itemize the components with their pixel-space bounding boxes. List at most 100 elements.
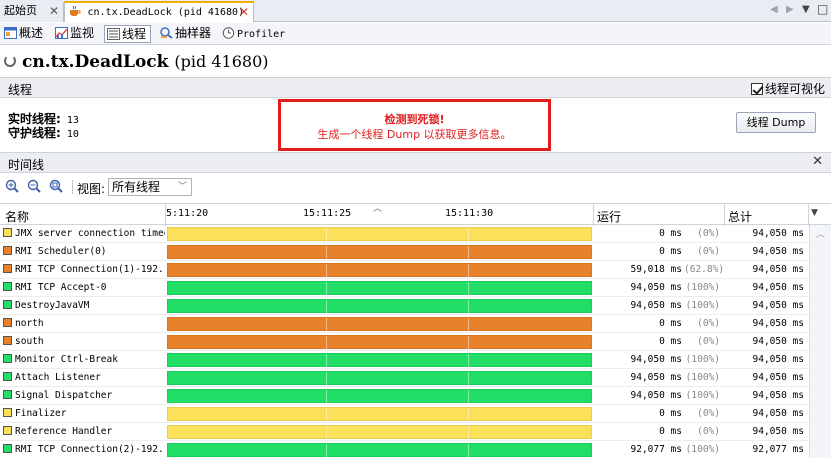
thread-state-swatch	[3, 354, 12, 363]
tab-overview[interactable]: 概述	[2, 25, 47, 43]
timeline-gridline	[468, 408, 469, 422]
table-row[interactable]: Signal Dispatcher 94,050 ms (100%) 94,050 m…	[0, 387, 831, 405]
timeline-section-header: 时间线 ✕	[0, 152, 831, 173]
table-row[interactable]: RMI Scheduler(0) 0 ms (0%) 94,050 ms	[0, 243, 831, 261]
timeline-gridline	[326, 390, 327, 404]
threads-icon	[107, 28, 120, 40]
thread-state-swatch	[3, 426, 12, 435]
table-row[interactable]: south 0 ms (0%) 94,050 ms	[0, 333, 831, 351]
table-row[interactable]: RMI TCP Connection(1)-192.168 59,018 ms (6…	[0, 261, 831, 279]
thread-running-time: 92,077 ms	[630, 444, 682, 455]
thread-visualization-label: 线程可视化	[764, 82, 825, 96]
column-header-name[interactable]: 名称	[5, 208, 29, 225]
column-header-running[interactable]: 运行	[597, 208, 621, 225]
thread-state-swatch	[3, 372, 12, 381]
table-row[interactable]: Finalizer 0 ms (0%) 94,050 ms	[0, 405, 831, 423]
timeline-gridline	[468, 426, 469, 440]
tab-threads[interactable]: 线程	[104, 25, 152, 43]
checkbox-checked-icon[interactable]	[750, 83, 763, 95]
timeline-gridline	[326, 426, 327, 440]
thread-name: Attach Listener	[3, 372, 165, 383]
timeline-tick: 15:11:25	[303, 208, 352, 219]
timeline-section-title: 时间线	[8, 158, 45, 172]
zoom-in-icon[interactable]	[5, 179, 19, 193]
timeline-gridline	[326, 300, 327, 314]
thread-total-time: 94,050 ms	[752, 246, 804, 257]
thread-total-time: 94,050 ms	[752, 264, 804, 275]
thread-total-time: 94,050 ms	[752, 300, 804, 311]
thread-timeline-bar	[167, 299, 592, 314]
table-row[interactable]: RMI TCP Accept-0 94,050 ms (100%) 94,050 ms	[0, 279, 831, 297]
table-row[interactable]: north 0 ms (0%) 94,050 ms	[0, 315, 831, 333]
thread-running-time: 0 ms	[659, 228, 682, 239]
thread-name-text: Signal Dispatcher	[15, 390, 113, 401]
app-pid: (pid 41680)	[174, 52, 269, 71]
close-icon[interactable]: ✕	[49, 2, 59, 20]
thread-running-time: 0 ms	[659, 408, 682, 419]
table-row[interactable]: Reference Handler 0 ms (0%) 94,050 ms	[0, 423, 831, 441]
timeline-tick: 15:11:30	[445, 208, 494, 219]
table-row[interactable]: DestroyJavaVM 94,050 ms (100%) 94,050 ms	[0, 297, 831, 315]
thread-total-time: 94,050 ms	[752, 426, 804, 437]
thread-total-time: 94,050 ms	[752, 372, 804, 383]
column-menu-icon[interactable]: ▼	[811, 208, 818, 218]
column-header-total[interactable]: 总计	[728, 208, 752, 225]
tab-start-page[interactable]: 起始页 ✕	[0, 2, 64, 22]
timeline-toolbar: 视图: 所有线程 ﹀	[0, 176, 831, 198]
sort-asc-icon: ︿	[373, 204, 383, 214]
tab-deadlock-app[interactable]: cn.tx.DeadLock (pid 41680) ✕	[64, 1, 254, 22]
scroll-left-icon[interactable]: ◀	[770, 4, 778, 15]
thread-total-time: 94,050 ms	[752, 408, 804, 419]
threads-section-header: 线程 线程可视化	[0, 77, 831, 98]
thread-running-time: 94,050 ms	[630, 372, 682, 383]
thread-name: Finalizer	[3, 408, 165, 419]
table-row[interactable]: JMX server connection timeout 0 ms (0%) 94,…	[0, 225, 831, 243]
thread-running-time: 0 ms	[659, 246, 682, 257]
thread-name-text: JMX server connection timeout	[15, 228, 165, 239]
thread-name-text: Reference Handler	[15, 426, 113, 437]
deadlock-title: 检测到死锁!	[384, 113, 445, 126]
thread-running-percent: (62.8%)	[684, 264, 725, 275]
thread-dump-button[interactable]: 线程 Dump	[736, 112, 816, 133]
thread-state-swatch	[3, 264, 12, 273]
tab-sampler[interactable]: 抽样器	[158, 25, 215, 43]
table-row[interactable]: Attach Listener 94,050 ms (100%) 94,050 ms	[0, 369, 831, 387]
maximize-icon[interactable]: □	[817, 2, 828, 16]
thread-name-text: RMI TCP Accept-0	[15, 282, 107, 293]
table-row[interactable]: Monitor Ctrl-Break 94,050 ms (100%) 94,050 …	[0, 351, 831, 369]
timeline-gridline	[468, 318, 469, 332]
zoom-out-icon[interactable]	[27, 179, 41, 193]
dropdown-icon[interactable]: ▼	[802, 4, 810, 15]
scroll-up-icon[interactable]: ︿	[816, 227, 825, 240]
zoom-fit-icon[interactable]	[49, 179, 63, 193]
thread-timeline-bar	[167, 407, 592, 422]
tab-monitor[interactable]: 监视	[53, 25, 98, 43]
view-select[interactable]: 所有线程 ﹀	[108, 178, 192, 196]
thread-timeline-bar	[167, 227, 592, 242]
scroll-right-icon[interactable]: ▶	[786, 4, 794, 15]
thread-running-percent: (0%)	[697, 336, 720, 347]
thread-running-time: 0 ms	[659, 318, 682, 329]
thread-state-swatch	[3, 408, 12, 417]
thread-table-header: 名称 5:11:20 ︿ 15:11:25 15:11:30 运行 总计	[0, 203, 831, 226]
live-threads-value: 13	[66, 115, 79, 126]
thread-timeline-bar	[167, 245, 592, 260]
tab-profiler[interactable]: Profiler	[220, 25, 289, 43]
timeline-gridline	[326, 336, 327, 350]
close-icon[interactable]: ✕	[239, 3, 249, 21]
thread-running-percent: (0%)	[697, 246, 720, 257]
timeline-gridline	[326, 282, 327, 296]
timeline-gridline	[326, 444, 327, 458]
vertical-scrollbar[interactable]: ︿	[809, 225, 831, 458]
thread-name: Monitor Ctrl-Break	[3, 354, 165, 365]
thread-visualization-toggle[interactable]: 线程可视化	[750, 80, 825, 97]
tab-threads-label: 线程	[122, 27, 147, 41]
timeline-gridline	[468, 372, 469, 386]
thread-name: RMI TCP Connection(1)-192.168	[3, 264, 165, 275]
table-row[interactable]: RMI TCP Connection(2)-192.168 92,077 ms (1…	[0, 441, 831, 458]
thread-running-percent: (0%)	[697, 318, 720, 329]
thread-total-time: 94,050 ms	[752, 228, 804, 239]
thread-total-time: 94,050 ms	[752, 318, 804, 329]
close-icon[interactable]: ✕	[812, 154, 823, 169]
thread-name-text: DestroyJavaVM	[15, 300, 90, 311]
